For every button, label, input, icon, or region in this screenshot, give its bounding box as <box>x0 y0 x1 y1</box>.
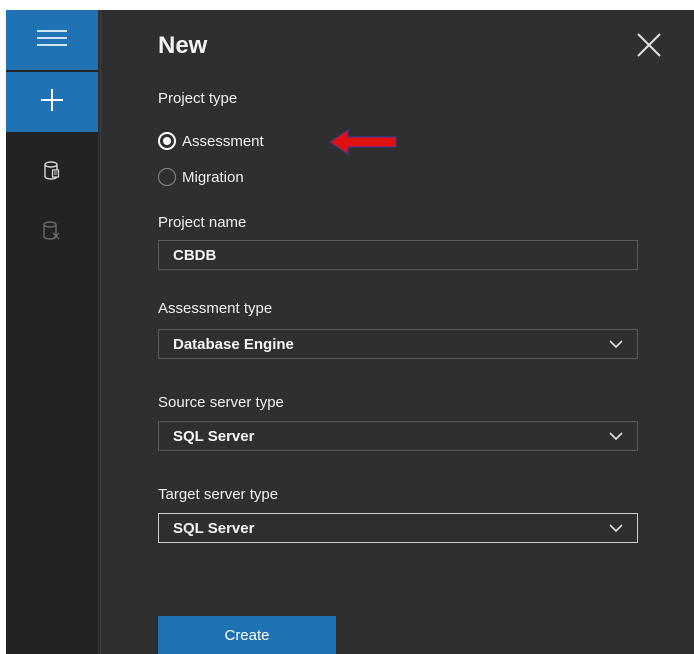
project-type-label: Project type <box>158 90 238 107</box>
close-icon <box>636 32 662 63</box>
source-server-type-dropdown[interactable]: SQL Server <box>158 421 638 451</box>
project-name-label: Project name <box>158 214 247 231</box>
source-server-type-value: SQL Server <box>173 427 255 445</box>
radio-button-checked[interactable] <box>158 132 176 150</box>
left-rail <box>6 10 98 654</box>
target-server-type-label: Target server type <box>158 486 279 503</box>
new-project-dialog: New Project type Assessment Migration Pr… <box>6 10 694 654</box>
project-name-input[interactable]: CBDB <box>158 240 638 270</box>
chevron-down-icon <box>609 524 623 532</box>
chevron-down-icon <box>609 340 623 348</box>
hamburger-menu-icon <box>37 29 67 52</box>
close-button[interactable] <box>634 32 664 62</box>
rail-divider <box>100 10 101 654</box>
radio-assessment-label: Assessment <box>182 132 264 150</box>
radio-migration[interactable]: Migration <box>158 166 244 188</box>
panel-title: New <box>158 32 208 59</box>
source-server-type-label: Source server type <box>158 394 284 411</box>
target-server-type-dropdown[interactable]: SQL Server <box>158 513 638 543</box>
radio-button-unchecked[interactable] <box>158 168 176 186</box>
create-button[interactable]: Create <box>158 616 336 654</box>
assessment-type-dropdown[interactable]: Database Engine <box>158 329 638 359</box>
red-arrow-icon <box>328 128 398 156</box>
migration-nav-button[interactable] <box>6 216 98 250</box>
assessment-type-label: Assessment type <box>158 300 273 317</box>
chevron-down-icon <box>609 432 623 440</box>
radio-migration-label: Migration <box>182 168 244 186</box>
plus-icon <box>39 87 65 118</box>
menu-button[interactable] <box>6 10 98 70</box>
assessment-type-value: Database Engine <box>173 335 294 353</box>
database-x-icon <box>43 220 61 246</box>
assessment-nav-button[interactable] <box>6 156 98 190</box>
database-icon <box>44 160 60 186</box>
new-project-button[interactable] <box>6 72 98 132</box>
radio-assessment[interactable]: Assessment <box>158 130 264 152</box>
target-server-type-value: SQL Server <box>173 519 255 537</box>
